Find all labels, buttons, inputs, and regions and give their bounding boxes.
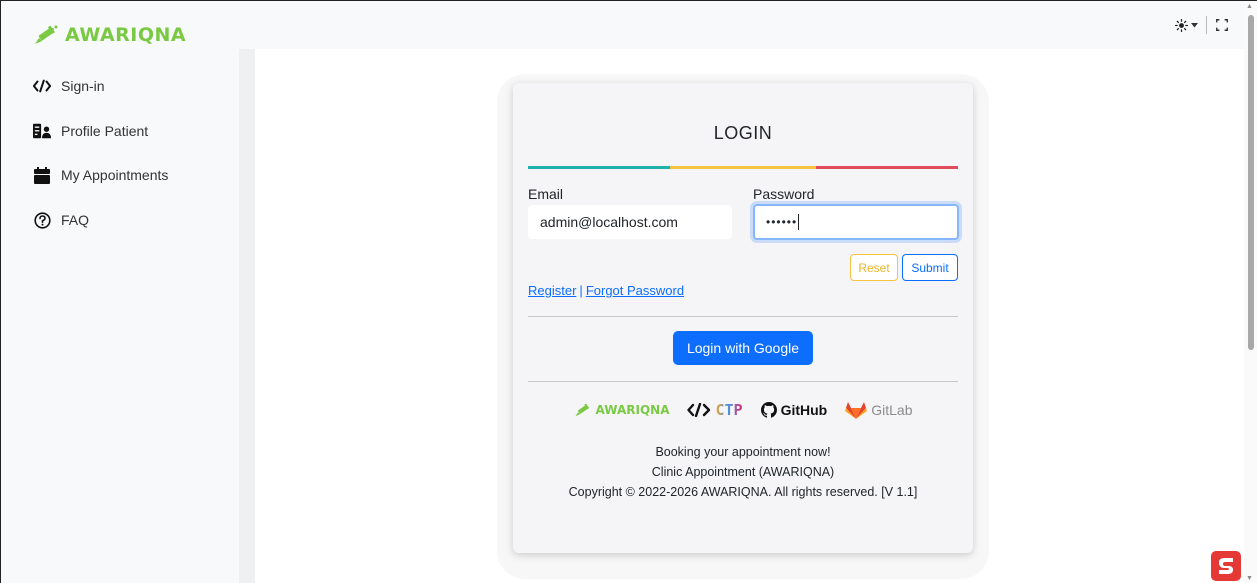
gitlab-logo-text: GitLab [871, 402, 913, 418]
patient-icon [33, 123, 51, 139]
syringe-icon [574, 403, 589, 417]
gitlab-logo[interactable]: GitLab [845, 401, 912, 419]
ctp-logo-text: CTP [715, 401, 743, 419]
topbar-divider [1206, 16, 1207, 34]
sidebar-item-label: Sign-in [61, 78, 105, 94]
password-value: •••••• [766, 215, 798, 229]
password-label: Password [753, 186, 815, 202]
top-navbar: AWARIQNA [1, 1, 1245, 49]
text-caret [798, 214, 800, 230]
sidebar-item-faq[interactable]: FAQ [33, 209, 89, 231]
calendar-icon [33, 166, 51, 184]
forgot-password-link[interactable]: Forgot Password [586, 283, 684, 298]
github-icon [760, 402, 777, 418]
app-window: AWARIQNA Sign-in Profile Patient My Appo… [0, 0, 1257, 583]
register-link[interactable]: Register [528, 283, 576, 298]
extension-badge[interactable] [1211, 551, 1241, 581]
theme-toggle-button[interactable] [1175, 18, 1198, 32]
brand-name: AWARIQNA [65, 24, 187, 46]
email-field[interactable]: admin@localhost.com [528, 205, 732, 239]
gitlab-icon [845, 402, 868, 419]
sidebar-item-profile-patient[interactable]: Profile Patient [33, 120, 148, 142]
submit-button[interactable]: Submit [902, 254, 958, 281]
auth-links: Register | Forgot Password [528, 283, 684, 298]
scroll-up-arrow[interactable]: ▲ [1246, 3, 1253, 10]
scroll-down-arrow[interactable]: ▼ [1246, 575, 1253, 582]
brand-logo[interactable]: AWARIQNA [33, 21, 186, 49]
sidebar-item-label: FAQ [61, 212, 90, 228]
partner-logos: AWARIQNA CTP GitHub GitLab [513, 401, 973, 419]
sidebar: Sign-in Profile Patient My Appointments … [1, 49, 239, 583]
ctp-logo[interactable]: CTP [687, 401, 743, 419]
sidebar-item-label: Profile Patient [61, 123, 149, 139]
scroll-thumb[interactable] [1248, 15, 1254, 350]
awariqna-logo[interactable]: AWARIQNA [574, 403, 670, 417]
caret-down-icon [1191, 22, 1198, 27]
login-card: LOGIN Email admin@localhost.com Password… [513, 83, 973, 553]
footer-tagline: Booking your appointment now! [655, 445, 831, 459]
sidebar-edge [239, 49, 255, 583]
title-underline [528, 166, 958, 169]
footer-app-name: Clinic Appointment (AWARIQNA) [651, 465, 835, 479]
email-label: Email [528, 186, 564, 202]
password-field[interactable]: •••••• [753, 204, 959, 240]
code-icon [33, 79, 51, 93]
footer-copyright: Copyright © 2022-2026 AWARIQNA. All righ… [568, 485, 918, 499]
divider [528, 316, 958, 317]
github-logo-text: GitHub [780, 402, 828, 418]
sidebar-item-my-appointments[interactable]: My Appointments [33, 164, 168, 186]
sun-icon [1175, 18, 1188, 32]
sidebar-item-label: My Appointments [61, 167, 169, 183]
code-icon [687, 403, 711, 417]
sidebar-item-sign-in[interactable]: Sign-in [33, 75, 105, 97]
login-with-google-button[interactable]: Login with Google [673, 331, 813, 365]
fullscreen-icon[interactable] [1215, 18, 1229, 32]
topbar-actions [1175, 16, 1229, 34]
vertical-scrollbar[interactable]: ▲ ▼ [1244, 1, 1257, 583]
syringe-icon [35, 25, 58, 44]
link-separator: | [579, 283, 583, 298]
app-badge-icon [1219, 558, 1233, 574]
divider [528, 381, 958, 382]
question-circle-icon [33, 211, 51, 229]
github-logo[interactable]: GitHub [760, 402, 828, 418]
login-title: LOGIN [713, 123, 773, 143]
reset-button[interactable]: Reset [850, 254, 898, 281]
awariqna-logo-text: AWARIQNA [595, 403, 670, 417]
